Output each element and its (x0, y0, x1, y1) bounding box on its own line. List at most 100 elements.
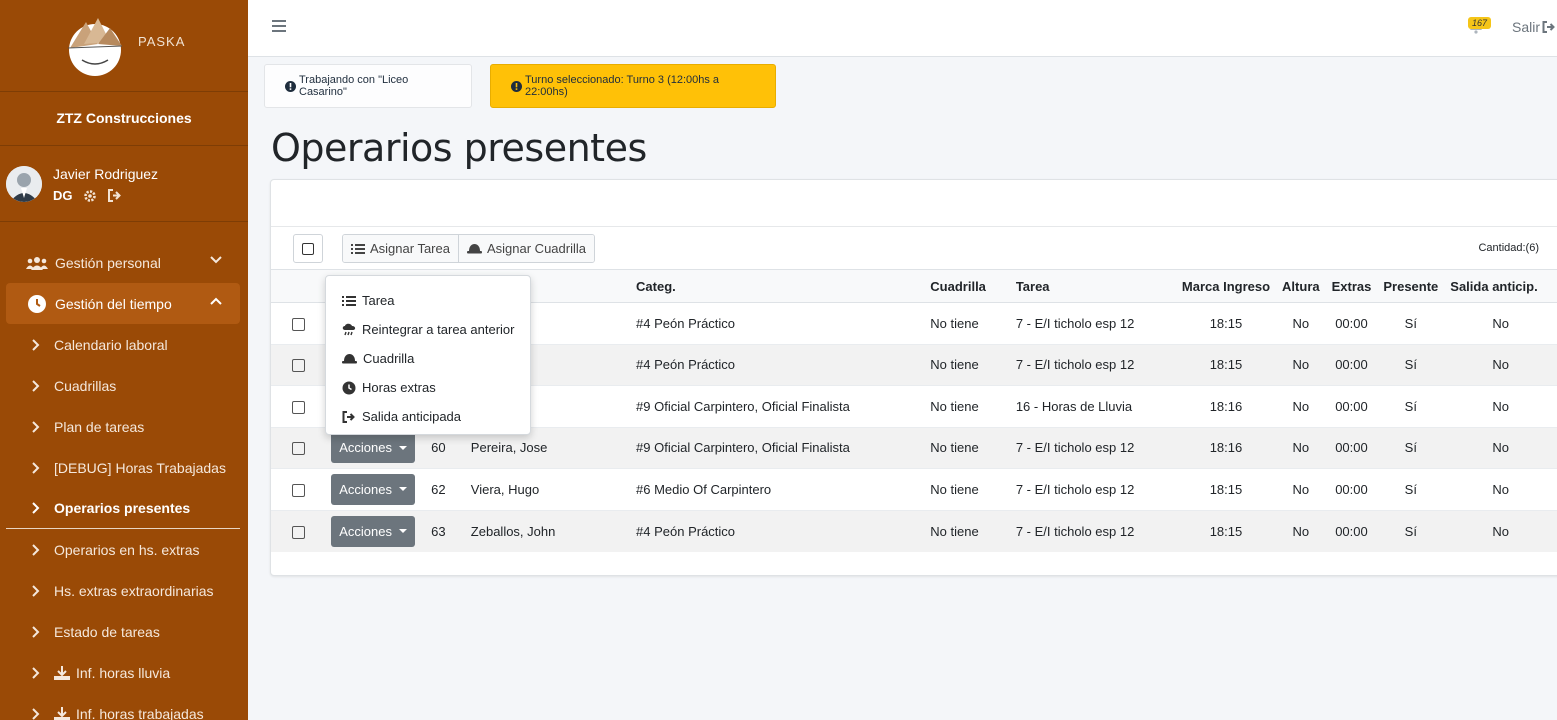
user-name[interactable]: Javier Rodriguez (53, 166, 158, 182)
notification-badge[interactable]: 167 (1468, 17, 1492, 29)
cell-marca-ingreso: 18:16 (1175, 385, 1277, 427)
header-salida-anticip[interactable]: Salida anticip. (1444, 269, 1557, 303)
shift-text: Turno seleccionado: Turno 3 (12:00hs a 2… (525, 74, 720, 98)
acciones-label: Acciones (339, 523, 392, 539)
menu-item-label: Salida anticipada (362, 409, 462, 424)
sign-out-icon[interactable] (107, 189, 122, 202)
menu-item-horas-extras[interactable]: Horas extras (326, 373, 530, 402)
sign-out-icon (342, 410, 355, 423)
table-row: Acciones 63 Zeballos, John #4 Peón Práct… (271, 509, 1557, 552)
nav-item-label: Inf. horas trabajadas (76, 705, 204, 720)
cell-categ: #4 Peón Práctico (630, 302, 925, 344)
nav-item-operarios-presentes[interactable]: Operarios presentes (6, 488, 240, 529)
assign-crew-button[interactable]: Asignar Cuadrilla (457, 235, 594, 262)
row-checkbox[interactable] (291, 525, 305, 539)
row-checkbox[interactable] (291, 400, 305, 414)
menu-item-tarea[interactable]: Tarea (326, 286, 530, 315)
brand[interactable]: PASKA (0, 0, 248, 92)
acciones-dropdown-menu: Tarea Reintegrar a tarea anterior Cuadri… (325, 275, 531, 435)
hard-hat-icon (342, 354, 357, 364)
nav-group-label: Gestión personal (55, 254, 161, 271)
chevron-right-icon (32, 584, 42, 597)
menu-item-reintegrar[interactable]: Reintegrar a tarea anterior (326, 315, 530, 344)
nav-item-operarios-hs-extras[interactable]: Operarios en hs. extras (0, 529, 248, 570)
nav-item-label: Hs. extras extraordinarias (54, 582, 214, 599)
cell-categ: #6 Medio Of Carpintero (630, 468, 925, 510)
shift-alert: Turno seleccionado: Turno 3 (12:00hs a 2… (490, 64, 776, 108)
chevron-right-icon (32, 461, 42, 474)
nav-item-label: Operarios en hs. extras (54, 541, 200, 558)
logout-link[interactable]: Salir (1512, 19, 1556, 35)
header-tarea[interactable]: Tarea (1009, 269, 1176, 303)
row-select-cell (271, 426, 326, 469)
nav-item-debug-horas[interactable]: [DEBUG] Horas Trabajadas (0, 447, 248, 488)
nav-item-label: Calendario laboral (54, 336, 168, 353)
row-actions-cell: Acciones (325, 509, 426, 552)
exclamation-circle-icon (511, 80, 522, 92)
header-extras[interactable]: Extras (1325, 269, 1378, 303)
select-all-checkbox[interactable] (293, 234, 323, 263)
cell-marca-ingreso: 18:15 (1175, 302, 1277, 344)
nav-item-inf-horas-trabajadas[interactable]: Inf. horas trabajadas (0, 693, 248, 720)
working-with-text: Trabajando con "Liceo Casarino" (299, 74, 409, 98)
header-presente[interactable]: Presente (1377, 269, 1445, 303)
nav-item-hs-extras-extraordinarias[interactable]: Hs. extras extraordinarias (0, 570, 248, 611)
download-icon (54, 706, 70, 720)
cell-altura: No (1276, 343, 1326, 386)
nav-item-cuadrillas[interactable]: Cuadrillas (0, 365, 248, 406)
sidebar: PASKA ZTZ Construcciones Javier Rodrigue… (0, 0, 248, 720)
nav-group-gestion-personal[interactable]: Gestión personal (0, 242, 240, 283)
card-header (271, 180, 1557, 227)
acciones-button[interactable]: Acciones (331, 515, 415, 547)
bulk-actions-group: Asignar Tarea Asignar Cuadrilla (342, 234, 595, 263)
cell-tarea: 7 - E/I ticholo esp 12 (1009, 302, 1176, 344)
acciones-button[interactable]: Acciones (331, 432, 415, 464)
cell-extras: 00:00 (1325, 343, 1378, 386)
hamburger-menu-icon[interactable] (272, 19, 286, 33)
caret-down-icon (399, 445, 407, 450)
header-altura[interactable]: Altura (1276, 269, 1326, 303)
nav-group-gestion-tiempo[interactable]: Gestión del tiempo (6, 283, 240, 324)
chevron-right-icon (32, 420, 42, 433)
nav-group-label: Gestión del tiempo (55, 295, 172, 312)
header-select (271, 269, 326, 303)
nav-item-label: [DEBUG] Horas Trabajadas (54, 459, 226, 476)
cell-tarea: 7 - E/I ticholo esp 12 (1009, 509, 1176, 552)
row-checkbox[interactable] (291, 359, 305, 373)
header-categ[interactable]: Categ. (630, 269, 925, 303)
cell-cuadrilla: No tiene (924, 509, 1010, 552)
row-checkbox[interactable] (291, 317, 305, 331)
assign-task-button[interactable]: Asignar Tarea (343, 235, 458, 262)
cell-cuadrilla: No tiene (924, 468, 1010, 510)
row-checkbox[interactable] (291, 442, 305, 456)
menu-item-cuadrilla[interactable]: Cuadrilla (326, 344, 530, 373)
company-name[interactable]: ZTZ Construcciones (0, 92, 248, 146)
header-marca-ingreso[interactable]: Marca Ingreso (1175, 269, 1277, 303)
cell-salida-anticip: No (1444, 385, 1557, 427)
acciones-button[interactable]: Acciones (331, 473, 415, 505)
page-title: Operarios presentes (271, 126, 647, 170)
nav-item-inf-horas-lluvia[interactable]: Inf. horas lluvia (0, 652, 248, 693)
chevron-right-icon (32, 625, 42, 638)
row-checkbox[interactable] (291, 483, 305, 497)
cell-extras: 00:00 (1325, 509, 1378, 552)
hard-hat-icon (466, 244, 482, 254)
cell-id: 62 (425, 468, 465, 510)
nav-item-plan-de-tareas[interactable]: Plan de tareas (0, 406, 248, 447)
assign-crew-label: Asignar Cuadrilla (486, 241, 586, 256)
nav-item-estado-de-tareas[interactable]: Estado de tareas (0, 611, 248, 652)
nav-item-calendario-laboral[interactable]: Calendario laboral (0, 324, 248, 365)
cell-salida-anticip: No (1444, 468, 1557, 510)
nav-item-label: Estado de tareas (54, 623, 160, 640)
menu-item-salida-anticipada[interactable]: Salida anticipada (326, 402, 530, 431)
list-icon (342, 295, 356, 306)
cell-marca-ingreso: 18:15 (1175, 343, 1277, 386)
users-icon (26, 256, 48, 270)
sidebar-nav: Gestión personal Gestión del tiempo Cale… (0, 222, 248, 720)
nav-item-label: Inf. horas lluvia (76, 664, 171, 681)
cell-extras: 00:00 (1325, 302, 1378, 344)
top-navbar: 167 Salir (248, 0, 1557, 57)
header-cuadrilla[interactable]: Cuadrilla (924, 269, 1010, 303)
gear-icon[interactable] (83, 189, 97, 203)
chevron-right-icon (32, 707, 42, 720)
